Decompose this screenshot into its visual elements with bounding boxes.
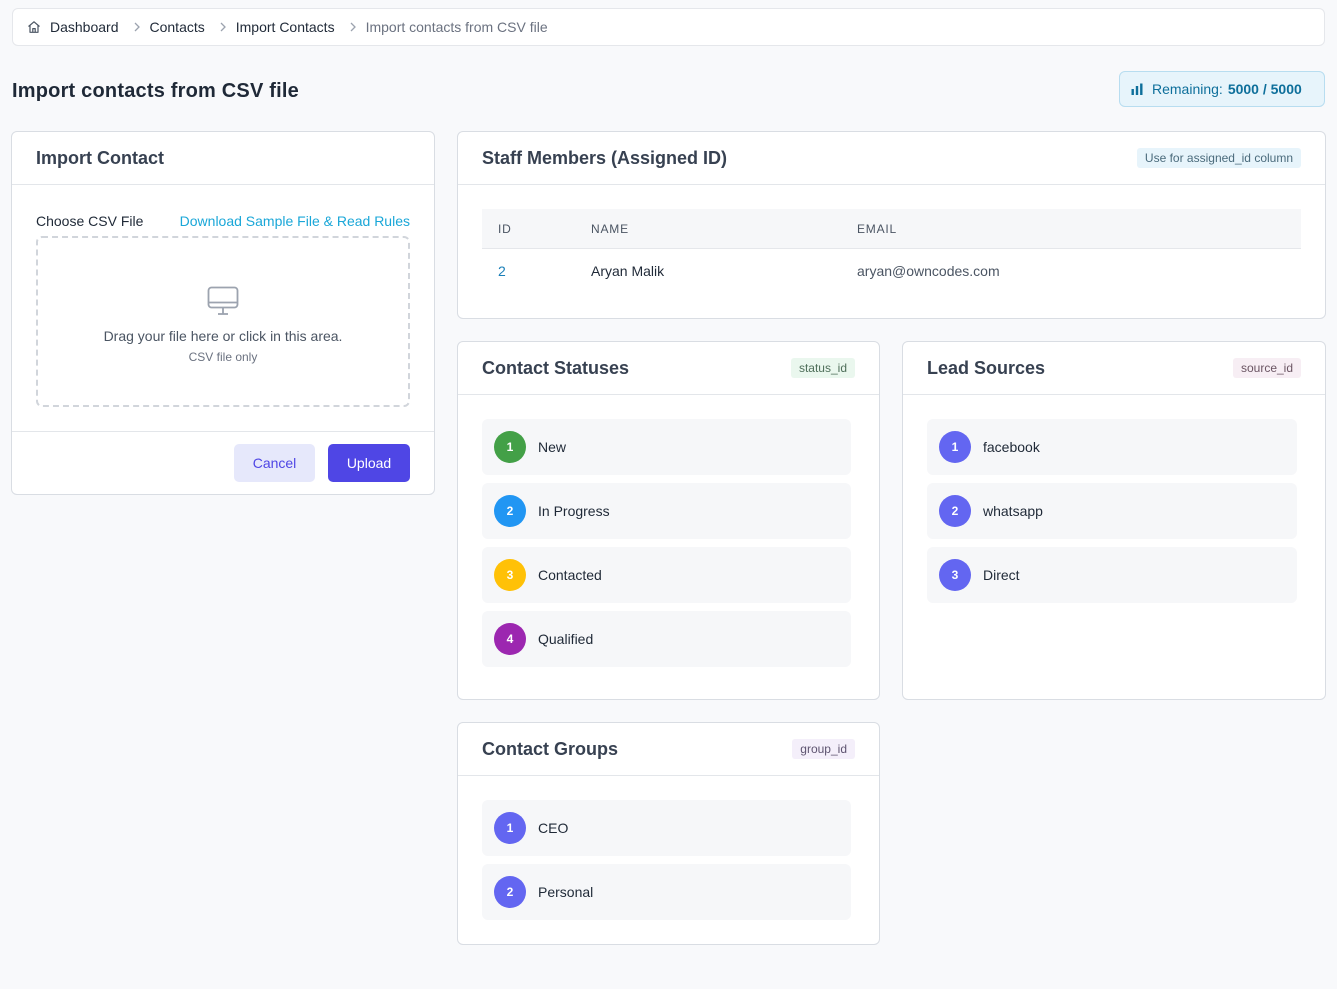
contact-statuses-card: Contact Statuses status_id 1 New 2 In Progr… bbox=[457, 341, 880, 700]
staff-email: aryan@owncodes.com bbox=[857, 263, 1000, 279]
list-item: 1 New bbox=[482, 419, 851, 475]
file-dropzone[interactable]: Drag your file here or click in this are… bbox=[36, 236, 410, 407]
list-item: 3 Direct bbox=[927, 547, 1297, 603]
staff-members-card: Staff Members (Assigned ID) Use for assi… bbox=[457, 131, 1326, 319]
monitor-icon bbox=[206, 284, 240, 318]
breadcrumb-current: Import contacts from CSV file bbox=[366, 19, 548, 35]
number-badge: 2 bbox=[494, 876, 526, 908]
list-item: 4 Qualified bbox=[482, 611, 851, 667]
status-list: 1 New 2 In Progress 3 Contacted 4 Qualified bbox=[458, 395, 879, 667]
column-header-id: ID bbox=[498, 221, 512, 236]
list-item-label: Contacted bbox=[538, 567, 602, 583]
chevron-right-icon bbox=[349, 22, 357, 32]
list-item-label: CEO bbox=[538, 820, 569, 836]
download-sample-link[interactable]: Download Sample File & Read Rules bbox=[180, 213, 410, 229]
home-icon bbox=[27, 20, 41, 34]
remaining-badge: Remaining: 5000 / 5000 bbox=[1119, 71, 1325, 107]
bar-chart-icon bbox=[1130, 82, 1144, 96]
list-item: 1 CEO bbox=[482, 800, 851, 856]
list-item: 2 whatsapp bbox=[927, 483, 1297, 539]
assigned-id-chip: Use for assigned_id column bbox=[1136, 148, 1301, 168]
chevron-right-icon bbox=[133, 22, 141, 32]
card-header: Import Contact bbox=[12, 132, 434, 185]
breadcrumb-label: Import Contacts bbox=[235, 19, 335, 35]
number-badge: 1 bbox=[494, 812, 526, 844]
card-title: Staff Members (Assigned ID) bbox=[482, 147, 728, 168]
contact-groups-card: Contact Groups group_id 1 CEO 2 Personal bbox=[457, 722, 880, 945]
table-row: 2 Aryan Malik aryan@owncodes.com bbox=[482, 249, 1301, 293]
table-header: ID NAME EMAIL bbox=[482, 209, 1301, 249]
list-item: 2 In Progress bbox=[482, 483, 851, 539]
dropzone-subtext: CSV file only bbox=[188, 349, 258, 364]
card-title: Contact Statuses bbox=[482, 357, 630, 378]
dropzone-text: Drag your file here or click in this are… bbox=[103, 327, 343, 344]
list-item-label: facebook bbox=[983, 439, 1040, 455]
list-item-label: Direct bbox=[983, 567, 1020, 583]
group-list: 1 CEO 2 Personal bbox=[458, 776, 879, 920]
card-header: Contact Groups group_id bbox=[458, 723, 879, 776]
cancel-button[interactable]: Cancel bbox=[234, 444, 315, 482]
number-badge: 3 bbox=[494, 559, 526, 591]
list-item-label: In Progress bbox=[538, 503, 610, 519]
card-header: Staff Members (Assigned ID) Use for assi… bbox=[458, 132, 1325, 185]
source-id-chip: source_id bbox=[1232, 358, 1301, 378]
breadcrumb-contacts[interactable]: Contacts bbox=[150, 19, 205, 35]
number-badge: 1 bbox=[494, 431, 526, 463]
remaining-label: Remaining: bbox=[1152, 81, 1223, 97]
number-badge: 2 bbox=[939, 495, 971, 527]
card-footer: Cancel Upload bbox=[12, 431, 434, 494]
import-contact-card: Import Contact Choose CSV File Download … bbox=[11, 131, 435, 495]
list-item-label: whatsapp bbox=[983, 503, 1043, 519]
card-header: Contact Statuses status_id bbox=[458, 342, 879, 395]
staff-id: 2 bbox=[498, 263, 506, 279]
chevron-right-icon bbox=[219, 22, 227, 32]
column-header-name: NAME bbox=[591, 221, 629, 236]
group-id-chip: group_id bbox=[792, 739, 855, 759]
choose-csv-label: Choose CSV File bbox=[36, 213, 144, 229]
remaining-value: 5000 / 5000 bbox=[1227, 81, 1302, 97]
card-title: Contact Groups bbox=[482, 738, 619, 759]
card-title: Import Contact bbox=[36, 147, 164, 168]
list-item-label: Qualified bbox=[538, 631, 594, 647]
list-item-label: Personal bbox=[538, 884, 594, 900]
list-item: 2 Personal bbox=[482, 864, 851, 920]
number-badge: 1 bbox=[939, 431, 971, 463]
number-badge: 2 bbox=[494, 495, 526, 527]
breadcrumb: Dashboard Contacts Import Contacts Impor… bbox=[12, 8, 1325, 46]
breadcrumb-label: Import contacts from CSV file bbox=[365, 19, 548, 35]
upload-button[interactable]: Upload bbox=[328, 444, 410, 482]
list-item-label: New bbox=[538, 439, 567, 455]
lead-sources-card: Lead Sources source_id 1 facebook 2 whatsap… bbox=[902, 341, 1326, 700]
column-header-email: EMAIL bbox=[857, 221, 898, 236]
status-id-chip: status_id bbox=[790, 358, 855, 378]
staff-table: ID NAME EMAIL 2 Aryan Malik aryan@owncod… bbox=[482, 209, 1301, 293]
card-title: Lead Sources bbox=[927, 357, 1046, 378]
number-badge: 4 bbox=[494, 623, 526, 655]
source-list: 1 facebook 2 whatsapp 3 Direct bbox=[903, 395, 1325, 603]
breadcrumb-label: Dashboard bbox=[50, 19, 119, 35]
breadcrumb-dashboard[interactable]: Dashboard bbox=[27, 19, 119, 35]
staff-name: Aryan Malik bbox=[591, 263, 665, 279]
list-item: 3 Contacted bbox=[482, 547, 851, 603]
list-item: 1 facebook bbox=[927, 419, 1297, 475]
card-header: Lead Sources source_id bbox=[903, 342, 1325, 395]
number-badge: 3 bbox=[939, 559, 971, 591]
breadcrumb-label: Contacts bbox=[149, 19, 205, 35]
page-title: Import contacts from CSV file bbox=[12, 80, 299, 102]
breadcrumb-import-contacts[interactable]: Import Contacts bbox=[236, 19, 335, 35]
